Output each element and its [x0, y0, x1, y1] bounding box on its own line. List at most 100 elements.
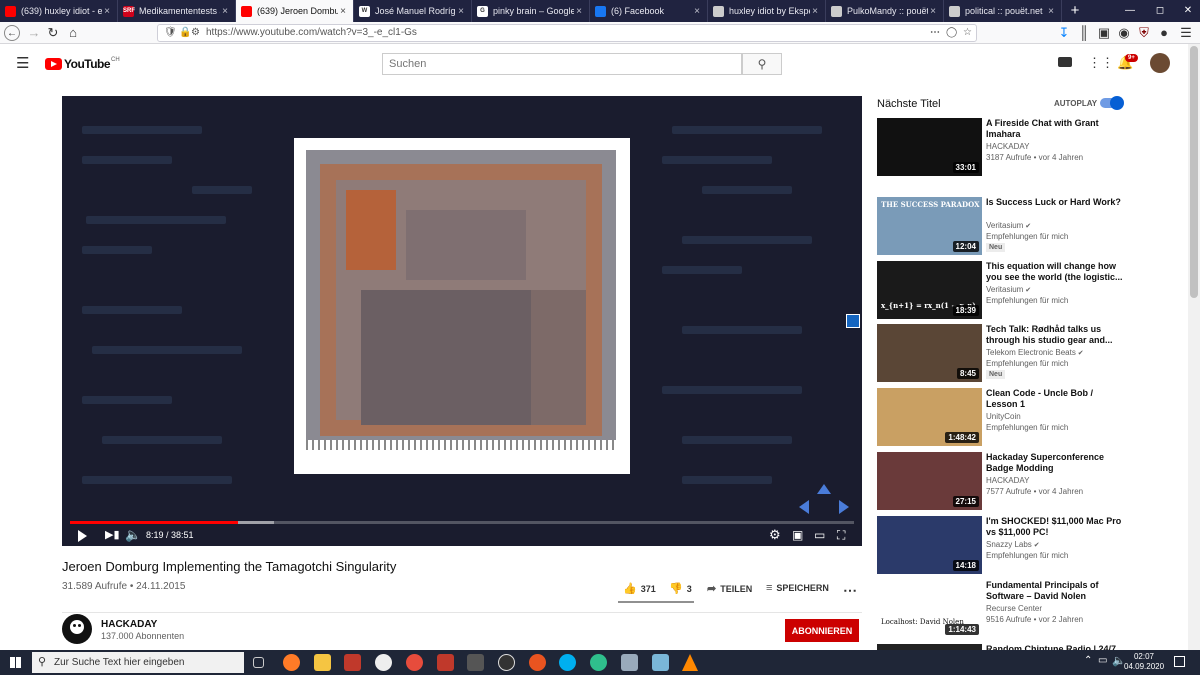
pocket-icon[interactable]: ◯: [946, 27, 957, 38]
pan-left-icon[interactable]: [799, 500, 809, 514]
app-taskbar-icon-2[interactable]: [375, 654, 392, 671]
app-taskbar-icon-1[interactable]: [344, 654, 361, 671]
video-thumbnail[interactable]: 8:45: [877, 324, 982, 382]
video-thumbnail[interactable]: x_{n+1} = rx_n(1 − x_n) 18:39: [877, 261, 982, 319]
notification-center-icon[interactable]: [1174, 656, 1185, 667]
channel-name[interactable]: UnityCoin: [986, 412, 1021, 421]
vlc-taskbar-icon[interactable]: [682, 654, 698, 671]
video-title[interactable]: A Fireside Chat with Grant Imahara: [986, 118, 1126, 140]
firefox-taskbar-icon[interactable]: [283, 654, 300, 671]
video-title[interactable]: Is Success Luck or Hard Work?: [986, 197, 1126, 208]
video-thumbnail[interactable]: 1:48:42: [877, 388, 982, 446]
progress-bar[interactable]: [70, 521, 854, 524]
lock-icon[interactable]: 🔒: [179, 27, 191, 38]
fullscreen-icon[interactable]: ⛶: [837, 526, 845, 544]
youtube-logo[interactable]: YouTube CH: [45, 57, 120, 71]
close-tab-icon[interactable]: ×: [338, 6, 348, 17]
file-explorer-taskbar-icon[interactable]: [314, 654, 331, 671]
channel-name[interactable]: Telekom Electronic Beats ✔: [986, 348, 1084, 357]
pan-right-icon[interactable]: [839, 500, 849, 514]
network-icon[interactable]: ▭: [1098, 655, 1107, 666]
recommended-video[interactable]: 33:01 A Fireside Chat with Grant Imahara H…: [877, 118, 1137, 176]
library-icon[interactable]: ║: [1076, 25, 1092, 41]
like-button[interactable]: 👍 371: [623, 582, 656, 595]
browser-tab[interactable]: Gpinky brain – Google Suc×: [472, 0, 590, 22]
channel-name[interactable]: Veritasium ✔: [986, 285, 1031, 294]
apps-grid-icon[interactable]: ⋮⋮: [1088, 55, 1114, 71]
close-tab-icon[interactable]: ×: [220, 6, 230, 17]
new-tab-button[interactable]: +: [1062, 0, 1088, 22]
recommended-video[interactable]: x_{n+1} = rx_n(1 − x_n) 18:39 This equatio…: [877, 261, 1137, 319]
video-title[interactable]: Clean Code - Uncle Bob / Lesson 1: [986, 388, 1126, 410]
channel-name[interactable]: HACKADAY: [986, 142, 1029, 151]
shield-icon[interactable]: 🛡: [164, 27, 177, 38]
recommended-video[interactable]: 14:18 I'm SHOCKED! $11,000 Mac Pro vs $11…: [877, 516, 1137, 574]
video-title[interactable]: Hackaday Superconference Badge Modding: [986, 452, 1126, 474]
browser-tab[interactable]: (6) Facebook ×: [590, 0, 708, 22]
edge-taskbar-icon[interactable]: [590, 654, 607, 671]
share-button[interactable]: ➦ TEILEN: [707, 582, 752, 595]
url-bar[interactable]: 🛡 🔒 ⚙ https://www.youtube.com/watch?v=3_…: [157, 24, 977, 42]
task-view-icon[interactable]: [253, 657, 264, 668]
channel-name[interactable]: HACKADAY: [101, 619, 157, 630]
video-title[interactable]: Tech Talk: Rødhåd talks us through his s…: [986, 324, 1126, 346]
close-tab-icon[interactable]: ×: [456, 6, 466, 17]
search-input[interactable]: [382, 53, 742, 75]
browser-tab[interactable]: W José Manuel Rodríguez D×: [354, 0, 472, 22]
card-teaser-icon[interactable]: [846, 314, 860, 328]
create-video-icon[interactable]: [1058, 57, 1072, 67]
subscribe-button[interactable]: ABONNIEREN: [785, 619, 859, 642]
obs-taskbar-icon[interactable]: [498, 654, 515, 671]
app-taskbar-icon-5[interactable]: [467, 654, 484, 671]
reload-icon[interactable]: ↻: [45, 25, 61, 41]
windows-start-icon[interactable]: [10, 657, 21, 668]
app-taskbar-icon-6[interactable]: [621, 654, 638, 671]
video-thumbnail[interactable]: 27:15: [877, 452, 982, 510]
close-tab-icon[interactable]: ×: [692, 6, 702, 17]
autoplay-toggle[interactable]: [1100, 96, 1124, 110]
permissions-icon[interactable]: ⚙: [191, 27, 200, 38]
url-text[interactable]: https://www.youtube.com/watch?v=3_-e_cl1…: [206, 27, 417, 38]
close-tab-icon[interactable]: ×: [810, 6, 820, 17]
system-clock[interactable]: 02:07 04.09.2020: [1124, 652, 1164, 672]
home-icon[interactable]: ⌂: [65, 25, 81, 41]
forward-icon[interactable]: →: [26, 25, 42, 41]
more-actions-icon[interactable]: ⋯: [843, 582, 857, 599]
video-thumbnail[interactable]: 14:18: [877, 516, 982, 574]
pan-up-icon[interactable]: [817, 484, 831, 494]
recommended-video[interactable]: 27:15 Hackaday Superconference Badge Modd…: [877, 452, 1137, 510]
close-tab-icon[interactable]: ×: [574, 6, 584, 17]
page-scrollbar-thumb[interactable]: [1190, 46, 1198, 298]
theater-mode-icon[interactable]: ▭: [814, 526, 825, 544]
channel-name[interactable]: HACKADAY: [986, 476, 1029, 485]
search-button[interactable]: ⚲: [742, 53, 782, 75]
app-taskbar-icon-3[interactable]: [406, 654, 423, 671]
maximize-icon[interactable]: ◻: [1148, 0, 1172, 22]
app-taskbar-icon-4[interactable]: [437, 654, 454, 671]
ubuntu-taskbar-icon[interactable]: [529, 654, 546, 671]
video-thumbnail[interactable]: THE SUCCESS PARADOX 12:04: [877, 197, 982, 255]
video-title[interactable]: I'm SHOCKED! $11,000 Mac Pro vs $11,000 …: [986, 516, 1126, 538]
play-icon[interactable]: [78, 526, 90, 544]
close-tab-icon[interactable]: ×: [102, 6, 112, 17]
skype-taskbar-icon[interactable]: [559, 654, 576, 671]
menu-hamburger-icon[interactable]: ☰: [1178, 25, 1194, 41]
channel-name[interactable]: Snazzy Labs ✔: [986, 540, 1040, 549]
app-taskbar-icon-7[interactable]: [652, 654, 669, 671]
taskbar-search-input[interactable]: ⚲ Zur Suche Text hier eingeben: [32, 652, 244, 673]
close-window-icon[interactable]: ✕: [1176, 0, 1200, 22]
browser-tab[interactable]: SRF Medikamententests an H×: [118, 0, 236, 22]
recommended-video[interactable]: 8:45 Tech Talk: Rødhåd talks us through h…: [877, 324, 1137, 382]
browser-tab[interactable]: (639) huxley idiot - ekspert×: [0, 0, 118, 22]
sync-account-icon[interactable]: ◉: [1116, 25, 1132, 41]
channel-name[interactable]: Veritasium ✔: [986, 221, 1031, 230]
minimize-icon[interactable]: —: [1118, 0, 1142, 22]
page-actions-icon[interactable]: ⋯: [930, 27, 940, 38]
volume-icon[interactable]: 🔈: [125, 526, 141, 544]
miniplayer-icon[interactable]: ▣: [792, 526, 803, 544]
video-player[interactable]: ▶▮ 🔈 8:19 / 38:51 ⚙ ▣ ▭ ⛶: [62, 96, 862, 546]
back-icon[interactable]: ←: [4, 25, 20, 41]
video-title[interactable]: This equation will change how you see th…: [986, 261, 1126, 283]
channel-avatar[interactable]: [62, 614, 92, 644]
video-thumbnail[interactable]: Localhost: David Nolen 1:14:43: [877, 580, 982, 638]
